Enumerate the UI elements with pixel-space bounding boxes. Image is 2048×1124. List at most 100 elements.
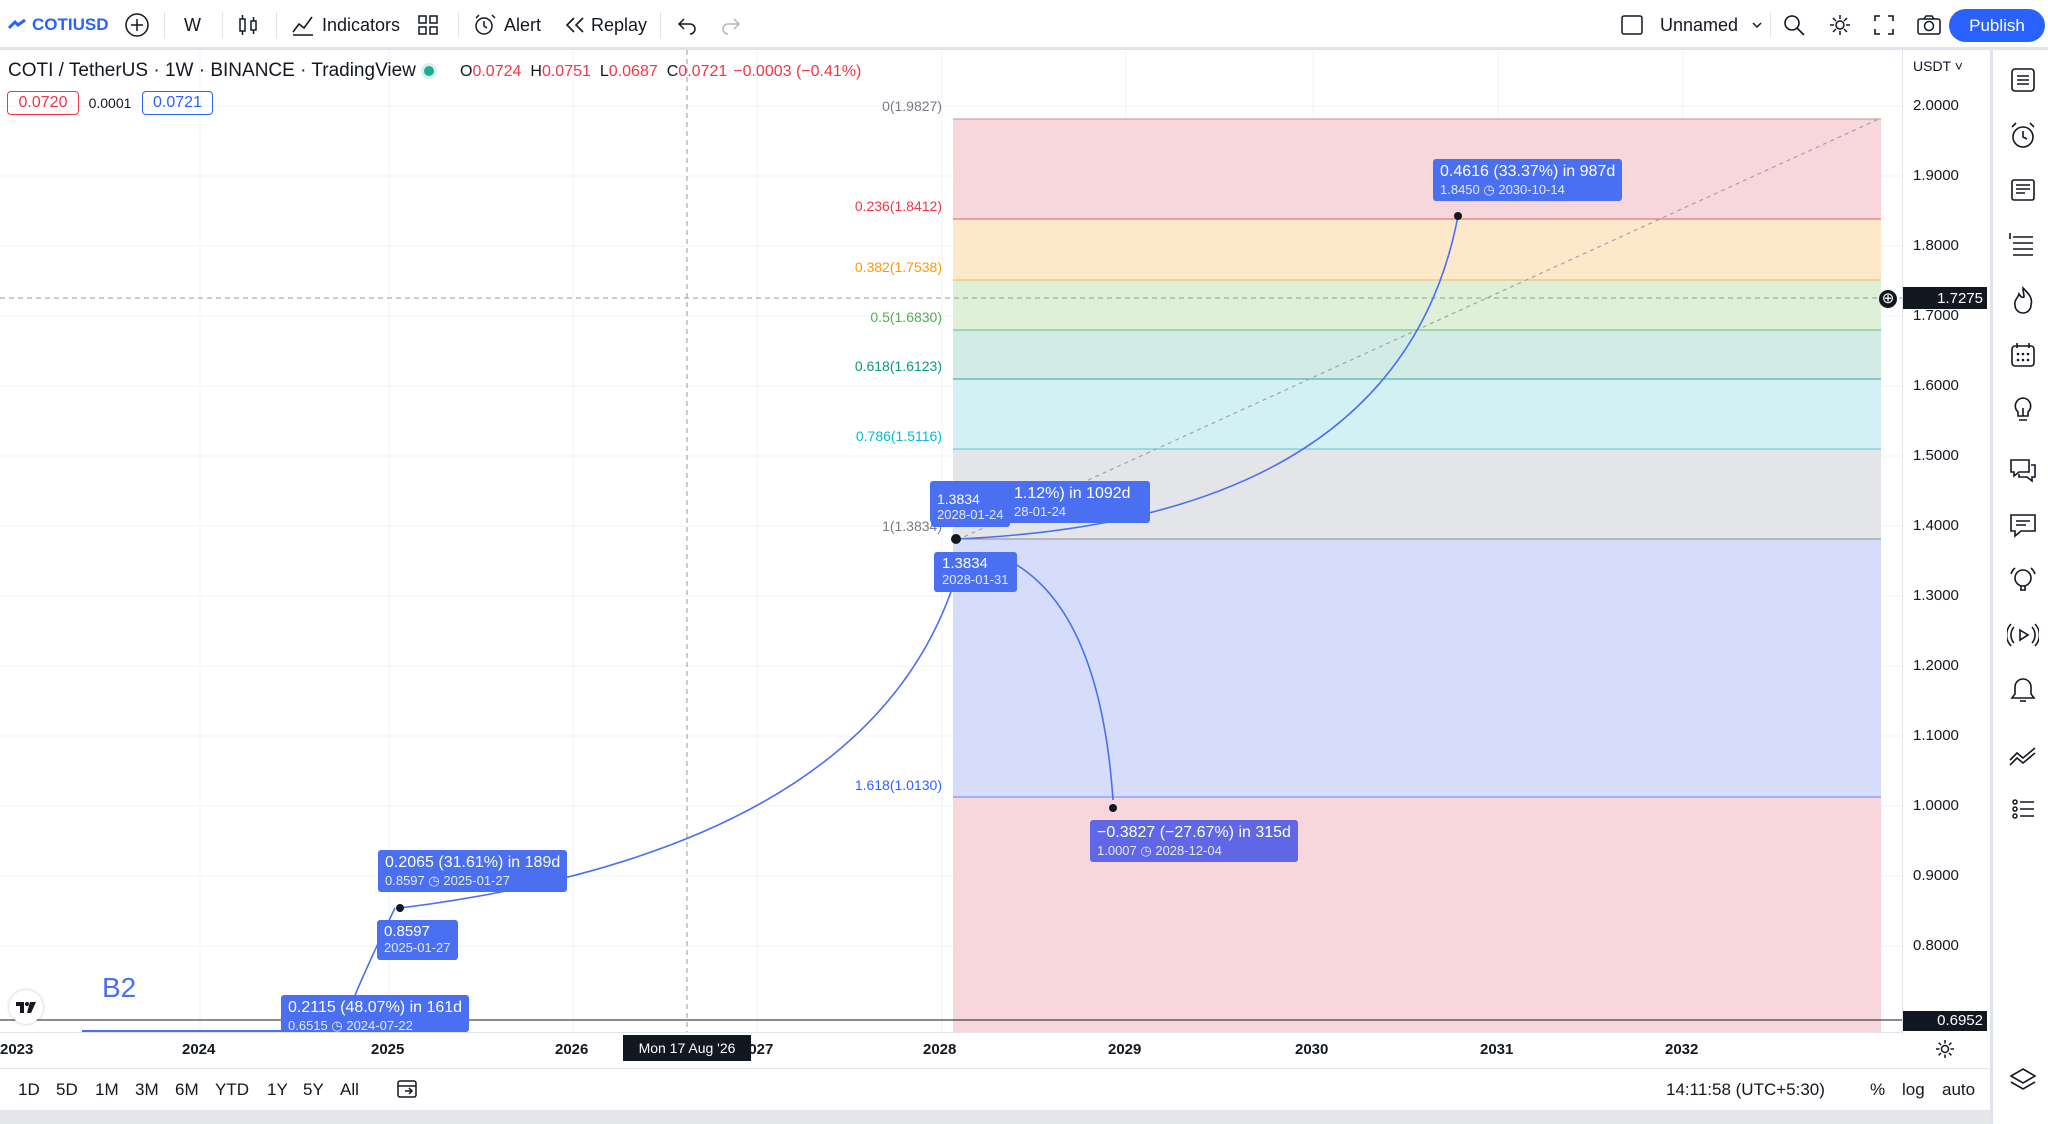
calendar-button[interactable]	[2007, 339, 2039, 371]
chevron-down-icon	[1752, 22, 1762, 29]
add-alert-plus-icon[interactable]: ⊕	[1879, 290, 1897, 308]
messages-button[interactable]	[2007, 509, 2039, 541]
publish-button[interactable]: Publish	[1949, 9, 2045, 42]
fib-text: 1.618(1.0130)	[854, 777, 942, 793]
news-button[interactable]	[2007, 174, 2039, 206]
clock-label[interactable]: 14:11:58 (UTC+5:30)	[1666, 1080, 1825, 1100]
price-tag-date: 2028-01-24	[937, 507, 1004, 522]
wave-label[interactable]: B2	[102, 972, 136, 1004]
buy-price-box[interactable]: 0.0721	[142, 91, 213, 115]
chart-pane[interactable]: 0(1.9827) 0.236(1.8412) 0.382(1.7538) 0.…	[0, 50, 1902, 1032]
price-tick: 2.0000	[1913, 97, 1959, 114]
currency-selector[interactable]: USDT ˅	[1913, 58, 1963, 74]
undo-button[interactable]	[676, 0, 698, 50]
price-tick: 1.0000	[1913, 797, 1959, 814]
ohlc-change: −0.0003 (−0.41%)	[733, 63, 862, 80]
projection-main: 0.2115 (48.07%) in 161d	[288, 999, 463, 1016]
fib-text: 0.236(1.8412)	[854, 198, 942, 214]
price-tag[interactable]: 1.3834 2028-01-24	[931, 487, 1010, 527]
go-to-date-button[interactable]	[396, 1078, 420, 1105]
projection-tag[interactable]: 0.4616 (33.37%) in 987d 1.8450 ◷ 2030-10…	[1433, 159, 1623, 201]
projection-tag[interactable]: −0.3827 (−27.67%) in 315d 1.0007 ◷ 2028-…	[1090, 820, 1298, 862]
projection-sub: 1.0007 ◷ 2028-12-04	[1097, 843, 1222, 858]
layers-button[interactable]	[2007, 1064, 2039, 1096]
hotlists-button[interactable]	[2007, 284, 2039, 316]
auto-toggle[interactable]: auto	[1942, 1080, 1975, 1100]
range-button[interactable]: 5D	[56, 1080, 78, 1100]
plus-circle-icon	[125, 13, 149, 37]
ask-value: 0.0721	[153, 94, 202, 111]
crosshair-time-label: Mon 17 Aug '26	[623, 1035, 751, 1061]
fib-zone-0.618-0.786	[953, 379, 1881, 449]
projection-tag[interactable]: 0.2115 (48.07%) in 161d 0.6515 ◷ 2024-07…	[281, 995, 470, 1032]
chats-button[interactable]	[2007, 454, 2039, 486]
watchlist-button[interactable]	[2007, 64, 2039, 96]
layouts-button[interactable]	[416, 0, 440, 50]
dom-button[interactable]	[2007, 793, 2039, 825]
horizontal-scrollbar[interactable]	[0, 1110, 1990, 1124]
streams-button[interactable]	[2005, 619, 2041, 651]
alerts-button[interactable]	[2007, 119, 2039, 151]
screenshot-button[interactable]	[1916, 0, 1942, 50]
price-axis[interactable]: USDT ˅ 2.0000 1.9000 1.8000 1.7000 1.600…	[1902, 50, 1991, 1035]
trading-panel-button[interactable]	[2007, 740, 2039, 772]
range-button[interactable]: 1Y	[267, 1080, 288, 1100]
percent-toggle[interactable]: %	[1870, 1080, 1885, 1100]
layers-list-icon	[2009, 233, 2033, 256]
alert-button[interactable]: Alert	[472, 0, 541, 50]
indicators-button[interactable]: Indicators	[290, 0, 400, 50]
symbol-search[interactable]: COTIUSD	[8, 0, 112, 50]
redo-button[interactable]	[720, 0, 742, 50]
market-status-dot[interactable]	[424, 66, 434, 76]
fib-text: 0(1.9827)	[882, 98, 942, 114]
alarm-clock-icon	[2011, 122, 2035, 148]
tradingview-logo-icon[interactable]	[9, 990, 43, 1024]
interval-button[interactable]: W	[184, 0, 201, 50]
search-button[interactable]	[1782, 0, 1806, 50]
price-tick: 1.7000	[1913, 307, 1959, 324]
range-button[interactable]: YTD	[215, 1080, 249, 1100]
lightbulb-icon	[2014, 397, 2032, 421]
range-button[interactable]: 6M	[175, 1080, 199, 1100]
range-button[interactable]: 5Y	[303, 1080, 324, 1100]
time-tick: 2025	[371, 1041, 405, 1058]
time-axis[interactable]: 2023 2024 2025 2026 2027 2028 2029 2030 …	[0, 1032, 1902, 1067]
replay-button[interactable]: Replay	[564, 0, 647, 50]
price-tag-main: 0.8597	[384, 923, 430, 940]
alert-label: Alert	[504, 14, 542, 35]
ideas-button[interactable]	[2007, 394, 2039, 426]
price-tag[interactable]: 1.3834 2028-01-31	[934, 552, 1017, 592]
newspaper-icon	[2011, 179, 2035, 201]
fullscreen-button[interactable]	[1873, 0, 1895, 50]
price-tag[interactable]: 0.8597 2025-01-27	[377, 920, 458, 960]
settings-button[interactable]	[1828, 0, 1852, 50]
pine-ideas-button[interactable]	[2007, 564, 2039, 596]
range-button[interactable]: 3M	[135, 1080, 159, 1100]
layout-name-button[interactable]: Unnamed	[1620, 0, 1764, 50]
projection-date: 2025-01-27	[443, 873, 510, 888]
log-toggle[interactable]: log	[1902, 1080, 1925, 1100]
object-tree-button[interactable]	[2007, 229, 2039, 261]
symbol-legend-title[interactable]: COTI / TetherUS · 1W · BINANCE · Trading…	[8, 60, 416, 82]
ohlc-low: 0.0687	[608, 63, 658, 80]
chart-type-button[interactable]	[236, 0, 260, 50]
range-button[interactable]: All	[340, 1080, 359, 1100]
symbol-logo-icon	[8, 19, 26, 31]
projection-sub: 0.8597 ◷ 2025-01-27	[385, 873, 510, 888]
grid-icon	[418, 15, 438, 35]
top-toolbar: COTIUSD W Indicators Alert Replay Unname…	[0, 0, 2048, 50]
notifications-button[interactable]	[2007, 674, 2039, 706]
indicators-icon	[292, 16, 313, 36]
redo-icon	[722, 18, 741, 35]
axis-settings-button[interactable]	[1934, 1038, 1956, 1065]
add-symbol-button[interactable]	[124, 0, 150, 50]
calendar-arrow-icon	[397, 1080, 417, 1098]
range-button[interactable]: 1D	[18, 1080, 40, 1100]
range-button[interactable]: 1M	[95, 1080, 119, 1100]
indicators-label: Indicators	[322, 14, 401, 35]
time-tick: 2028	[923, 1041, 957, 1058]
message-icon	[2010, 514, 2036, 538]
sell-price-box[interactable]: 0.0720	[7, 91, 79, 115]
projection-tag[interactable]: 0.2065 (31.61%) in 189d 0.8597 ◷ 2025-01…	[378, 850, 568, 892]
price-tick: 1.5000	[1913, 447, 1959, 464]
